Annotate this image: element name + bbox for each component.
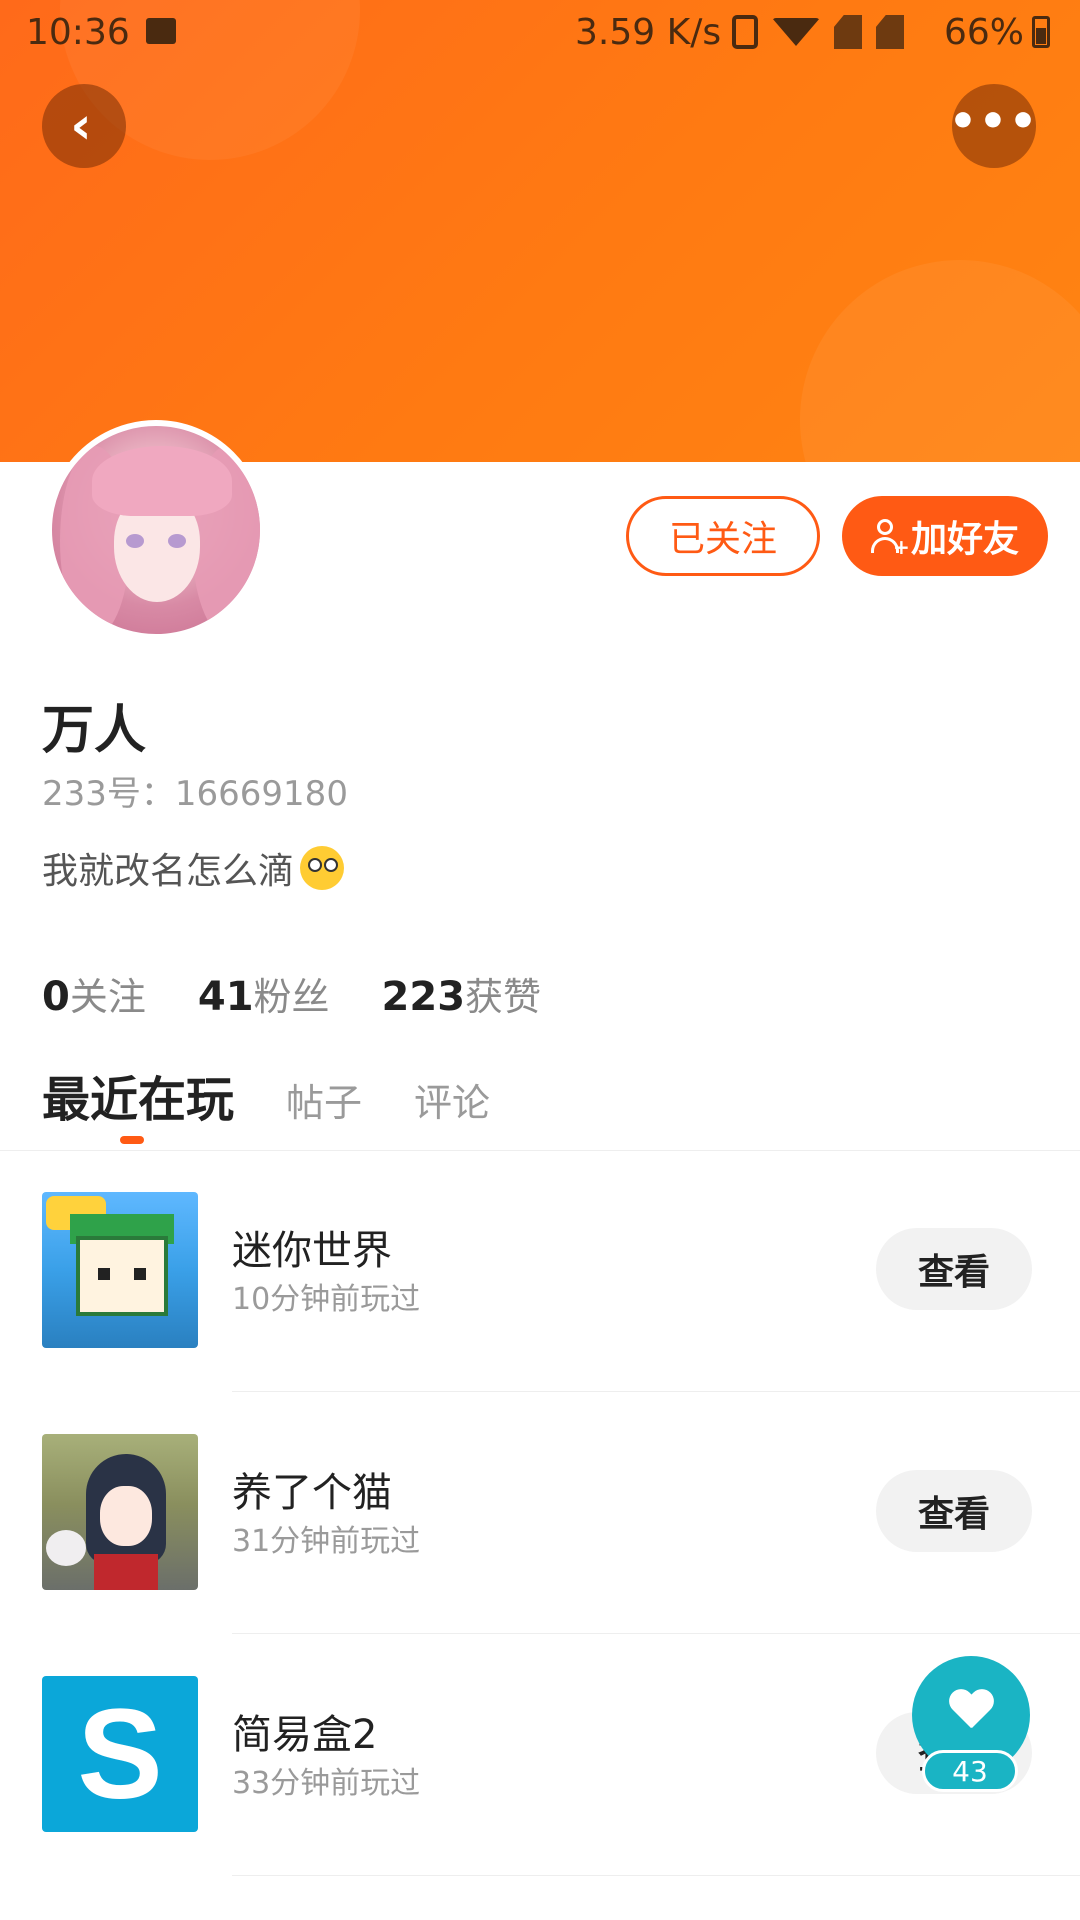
chevron-left-icon: ‹ (70, 96, 92, 156)
no-sim-icon (834, 15, 862, 49)
tab-comments[interactable]: 评论 (414, 1072, 490, 1127)
user-id: 233号：16669180 (42, 774, 348, 814)
profile-header-banner: 10:36 3.59 K/s 66% ‹ ••• (0, 0, 1080, 462)
network-speed: 3.59 K/s (575, 12, 722, 53)
followed-button[interactable]: 已关注 (626, 496, 820, 576)
like-count: 43 (922, 1750, 1018, 1792)
stat-label: 粉丝 (253, 975, 330, 1019)
avatar-art (92, 446, 232, 516)
image-notification-icon (146, 18, 176, 44)
game-name: 迷你世界 (232, 1228, 392, 1274)
avatar-art (168, 534, 186, 548)
stat-label: 关注 (69, 975, 146, 1019)
view-button[interactable]: 查看 (876, 1470, 1032, 1552)
more-dots-icon: ••• (948, 95, 1040, 147)
banner-decoration (800, 260, 1080, 462)
divider (232, 1875, 1080, 1876)
user-plus-icon: + (870, 519, 910, 559)
stat-count: 223 (381, 974, 466, 1020)
wifi-icon (772, 18, 820, 46)
mini-world-icon (42, 1192, 198, 1348)
s-box-logo-letter: S (77, 1682, 163, 1826)
avatar-art (126, 534, 144, 548)
no-sim-icon (876, 15, 904, 49)
status-bar: 10:36 3.59 K/s 66% (0, 0, 1080, 64)
cat-game-icon (42, 1434, 198, 1590)
game-last-played: 31分钟前玩过 (232, 1524, 421, 1559)
active-tab-indicator (120, 1136, 144, 1144)
bio: 我就改名怎么滴 (42, 842, 345, 894)
add-friend-button[interactable]: + 加好友 (842, 496, 1048, 576)
game-list-item[interactable]: 养了个猫 31分钟前玩过 查看 (0, 1392, 1080, 1634)
status-icons (732, 14, 918, 50)
battery-percent: 66% (944, 12, 1025, 53)
stat-following[interactable]: 0 关注 (42, 966, 146, 1021)
status-time: 10:36 (26, 12, 130, 53)
tab-posts[interactable]: 帖子 (286, 1072, 362, 1127)
username: 万人 (42, 701, 147, 761)
profile-stats: 0 关注 41 粉丝 223 获赞 (42, 966, 593, 1021)
back-button[interactable]: ‹ (42, 84, 126, 168)
game-last-played: 10分钟前玩过 (232, 1282, 421, 1317)
stat-fans[interactable]: 41 粉丝 (198, 966, 330, 1021)
heart-icon (948, 1690, 994, 1730)
s-box-icon: S (42, 1676, 198, 1832)
vibrate-icon (732, 15, 758, 49)
bio-text: 我就改名怎么滴 (42, 851, 295, 892)
more-button[interactable]: ••• (948, 84, 1040, 168)
avatar[interactable] (46, 420, 266, 640)
game-list-item[interactable]: S 简易盒2 33分钟前玩过 查看 (0, 1634, 1080, 1876)
tab-recently-played[interactable]: 最近在玩 (42, 1060, 234, 1130)
add-friend-label: 加好友 (910, 519, 1019, 560)
game-name: 简易盒2 (232, 1712, 378, 1758)
game-name: 养了个猫 (232, 1470, 392, 1516)
game-last-played: 33分钟前玩过 (232, 1766, 421, 1801)
stat-likes: 223 获赞 (382, 966, 542, 1021)
battery-icon (1032, 16, 1050, 48)
eye-roll-emoji-icon (300, 846, 345, 890)
stat-count: 41 (197, 974, 254, 1020)
profile-tabs: 最近在玩 帖子 评论 (42, 1060, 542, 1130)
view-button[interactable]: 查看 (876, 1228, 1032, 1310)
stat-label: 获赞 (465, 975, 542, 1019)
stat-count: 0 (42, 974, 70, 1020)
game-list-item[interactable]: 迷你世界 10分钟前玩过 查看 (0, 1150, 1080, 1392)
